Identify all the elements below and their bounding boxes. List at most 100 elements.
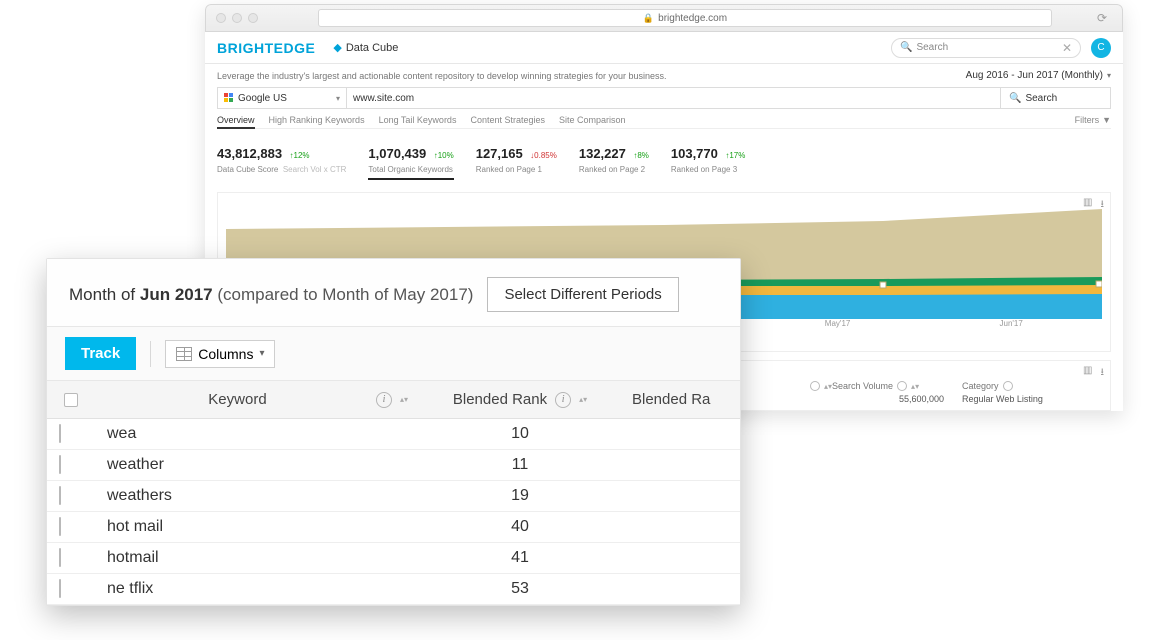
delta-up: ↑17% xyxy=(725,151,745,160)
row-rank2 xyxy=(620,552,740,564)
site-value: www.site.com xyxy=(353,93,414,104)
col-blended-rank-2[interactable]: Blended Ra xyxy=(620,381,740,418)
row-checkbox[interactable] xyxy=(47,450,95,480)
info-icon[interactable] xyxy=(810,381,820,391)
export-icon[interactable]: ▥ xyxy=(1083,365,1092,382)
subheader: Leverage the industry's largest and acti… xyxy=(205,64,1123,133)
zoom-dot[interactable] xyxy=(248,13,258,23)
tab-site-comparison[interactable]: Site Comparison xyxy=(559,115,626,125)
search-icon: 🔍 xyxy=(900,42,912,53)
avatar[interactable]: C xyxy=(1091,38,1111,58)
site-search-label: Search xyxy=(1025,93,1057,104)
keyword-row[interactable]: weathers19 xyxy=(47,481,740,512)
delta-up: ↑12% xyxy=(290,151,310,160)
sort-icon[interactable]: ▴▾ xyxy=(400,397,408,403)
keyword-row[interactable]: hot mail40 xyxy=(47,512,740,543)
select-periods-button[interactable]: Select Different Periods xyxy=(487,277,678,312)
traffic-lights xyxy=(216,13,258,23)
filters-button[interactable]: Filters ▼ xyxy=(1075,115,1111,125)
refresh-icon[interactable]: ⟳ xyxy=(1092,9,1112,27)
keyword-row[interactable]: hotmail41 xyxy=(47,543,740,574)
col-search-volume[interactable]: Search Volume▴▾ xyxy=(832,381,962,391)
tab-overview[interactable]: Overview xyxy=(217,115,255,129)
stat-page3[interactable]: 103,770 ↑17% Ranked on Page 3 xyxy=(671,145,745,180)
select-all-checkbox[interactable] xyxy=(47,383,95,417)
close-dot[interactable] xyxy=(216,13,226,23)
stat-total-organic[interactable]: 1,070,439 ↑10% Total Organic Keywords xyxy=(368,145,453,180)
row-rank: 10 xyxy=(420,419,620,449)
export-icon[interactable]: ▥ xyxy=(1083,197,1092,214)
download-icon[interactable]: ⭳ xyxy=(1101,365,1105,382)
search-placeholder: Search xyxy=(916,42,948,53)
page-description: Leverage the industry's largest and acti… xyxy=(217,71,666,81)
address-bar[interactable]: 🔒 brightedge.com xyxy=(318,9,1052,27)
global-search[interactable]: 🔍 Search ✕ xyxy=(891,38,1081,58)
stat-label: Total Organic Keywords xyxy=(368,165,453,174)
filters-label: Filters xyxy=(1075,115,1100,125)
row-checkbox[interactable] xyxy=(47,543,95,573)
info-icon[interactable]: i xyxy=(376,392,392,408)
period-title: Month of Jun 2017 xyxy=(69,285,217,304)
site-input[interactable]: www.site.com xyxy=(347,87,1001,109)
columns-dropdown[interactable]: Columns ▾ xyxy=(165,340,275,368)
stat-value: 132,227 xyxy=(579,146,626,161)
tab-long-tail[interactable]: Long Tail Keywords xyxy=(379,115,457,125)
keyword-row[interactable]: weather11 xyxy=(47,450,740,481)
google-icon xyxy=(224,93,234,103)
row-checkbox[interactable] xyxy=(47,481,95,511)
keyword-toolbar: Track Columns ▾ xyxy=(47,327,740,381)
row-rank: 41 xyxy=(420,543,620,573)
info-icon[interactable] xyxy=(1003,381,1013,391)
row-checkbox[interactable] xyxy=(47,419,95,449)
row-rank: 53 xyxy=(420,574,620,604)
keyword-card-header: Month of Jun 2017 (compared to Month of … xyxy=(47,259,740,327)
row-checkbox[interactable] xyxy=(47,574,95,604)
info-icon[interactable] xyxy=(897,381,907,391)
stat-value: 103,770 xyxy=(671,146,718,161)
app-bar: BRIGHTEDGE ◆ Data Cube 🔍 Search ✕ C xyxy=(205,32,1123,64)
row-rank: 19 xyxy=(420,481,620,511)
lock-icon: 🔒 xyxy=(643,13,654,24)
row-keyword: ne tflix xyxy=(95,574,420,604)
brand-logo[interactable]: BRIGHTEDGE xyxy=(217,40,315,56)
delta-up: ↑10% xyxy=(434,151,454,160)
row-keyword: weather xyxy=(95,450,420,480)
chevron-down-icon: ▾ xyxy=(336,94,340,103)
daterange-picker[interactable]: Aug 2016 - Jun 2017 (Monthly) ▾ xyxy=(966,70,1111,81)
chevron-down-icon: ▾ xyxy=(1107,71,1111,80)
stat-datacube-score[interactable]: 43,812,883 ↑12% Data Cube Score Search V… xyxy=(217,145,346,180)
row-rank2 xyxy=(620,490,740,502)
stat-value: 1,070,439 xyxy=(368,146,426,161)
col-category[interactable]: Category xyxy=(962,381,1102,391)
col-keyword[interactable]: Keyword i ▴▾ xyxy=(95,381,420,418)
row-checkbox[interactable] xyxy=(47,512,95,542)
clear-icon[interactable]: ✕ xyxy=(1062,41,1072,55)
row-keyword: hot mail xyxy=(95,512,420,542)
engine-label: Google US xyxy=(238,93,287,104)
sort-icon[interactable]: ▴▾ xyxy=(579,397,587,403)
info-icon[interactable]: i xyxy=(555,392,571,408)
search-engine-select[interactable]: Google US ▾ xyxy=(217,87,347,109)
keyword-row[interactable]: ne tflix53 xyxy=(47,574,740,605)
delta-up: ↑8% xyxy=(633,151,649,160)
tab-content-strategies[interactable]: Content Strategies xyxy=(470,115,545,125)
section-datacube[interactable]: ◆ Data Cube xyxy=(333,41,398,54)
row-rank2 xyxy=(620,428,740,440)
site-search-button[interactable]: 🔍 Search xyxy=(1001,87,1111,109)
keyword-card: Month of Jun 2017 (compared to Month of … xyxy=(46,258,741,606)
columns-label: Columns xyxy=(198,346,253,362)
download-icon[interactable]: ⭳ xyxy=(1101,197,1105,214)
tab-high-ranking[interactable]: High Ranking Keywords xyxy=(269,115,365,125)
keyword-row[interactable]: wea10 xyxy=(47,419,740,450)
row-keyword: hotmail xyxy=(95,543,420,573)
col-blended-rank[interactable]: Blended Rank i ▴▾ xyxy=(420,381,620,418)
stat-sublabel: Search Vol x CTR xyxy=(283,165,347,174)
stat-label: Ranked on Page 1 xyxy=(476,165,557,174)
stat-page2[interactable]: 132,227 ↑8% Ranked on Page 2 xyxy=(579,145,649,180)
stat-label: Ranked on Page 2 xyxy=(579,165,649,174)
stat-page1[interactable]: 127,165 ↓0.85% Ranked on Page 1 xyxy=(476,145,557,180)
stat-value: 43,812,883 xyxy=(217,146,282,161)
minimize-dot[interactable] xyxy=(232,13,242,23)
section-label: Data Cube xyxy=(346,42,399,54)
track-button[interactable]: Track xyxy=(65,337,136,370)
